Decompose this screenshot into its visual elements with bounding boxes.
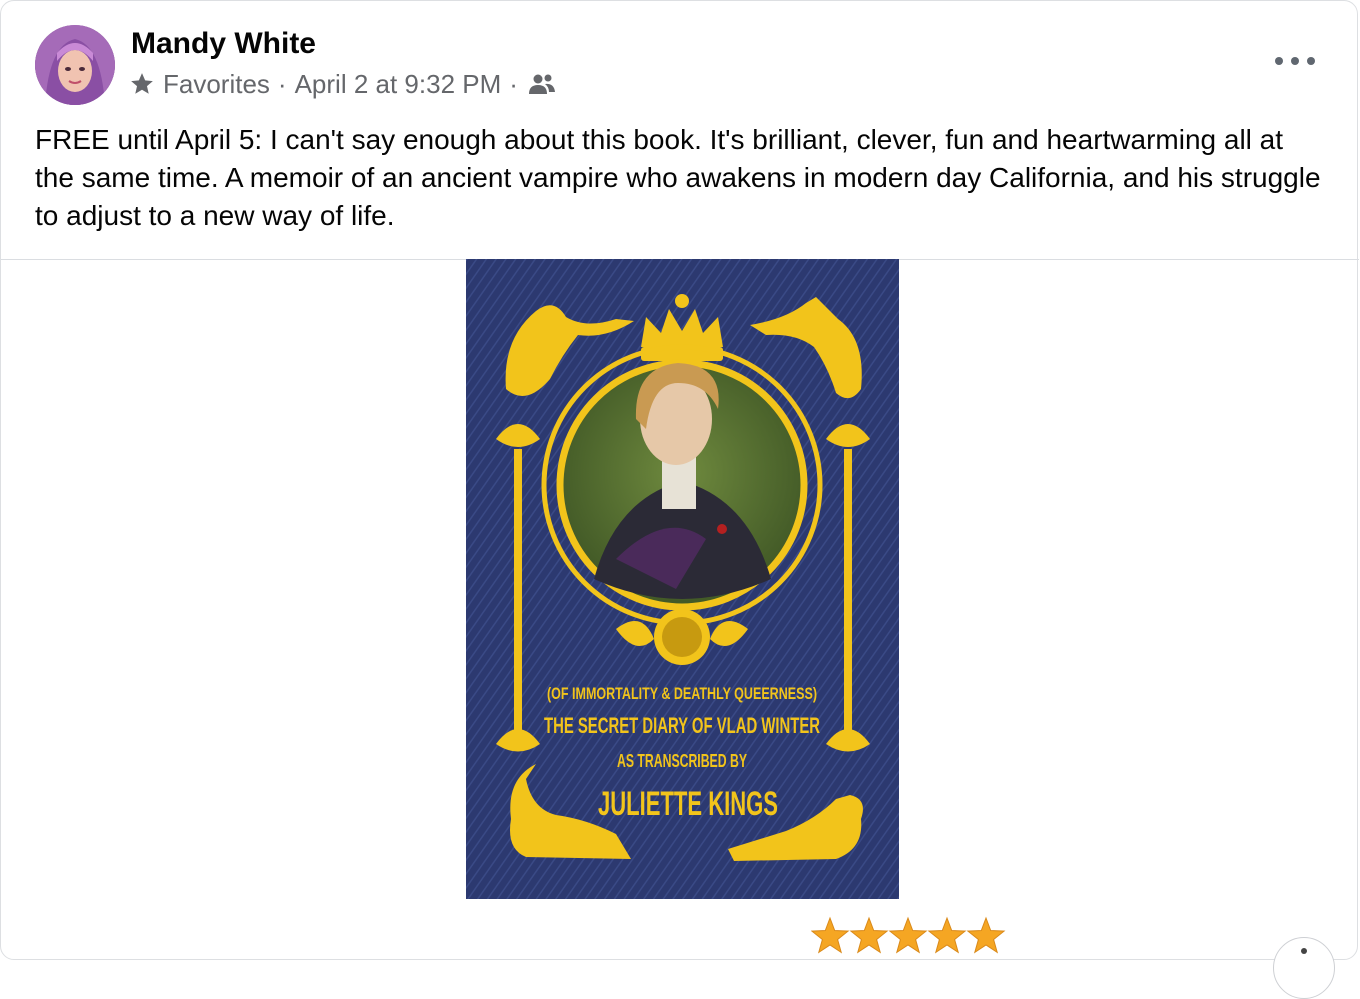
rating-star-icon: [811, 916, 850, 954]
rating-star-icon: [849, 916, 889, 954]
author-name[interactable]: Mandy White: [131, 27, 316, 61]
book-author: JULIETTE KINGS: [598, 785, 778, 823]
rating-star-icon: [927, 916, 967, 954]
more-options-icon: [1275, 57, 1283, 65]
book-subtitle: (OF IMMORTALITY & DEATHLY QUEERNESS): [547, 684, 817, 703]
audience-label[interactable]: Favorites: [163, 69, 270, 100]
post-text: FREE until April 5: I can't say enough a…: [35, 124, 1321, 231]
post-card: Mandy White Favorites · April 2 at 9:32 …: [0, 0, 1359, 999]
more-options-button[interactable]: [1275, 47, 1315, 75]
post-meta: Favorites · April 2 at 9:32 PM ·: [129, 67, 556, 101]
meta-separator: ·: [509, 68, 518, 99]
rating-star-icon: [888, 916, 928, 954]
avatar-photo: [35, 25, 115, 105]
star-icon: [131, 73, 153, 94]
scroll-button[interactable]: [1273, 937, 1335, 999]
book-title: THE SECRET DIARY OF VLAD WINTER: [544, 713, 820, 738]
rating-star-icon: [966, 916, 1006, 954]
book-cover-image[interactable]: (OF IMMORTALITY & DEATHLY QUEERNESS) THE…: [466, 259, 899, 899]
avatar[interactable]: [35, 25, 115, 105]
book-cover: (OF IMMORTALITY & DEATHLY QUEERNESS) THE…: [466, 259, 899, 899]
rating-stars: [811, 916, 1006, 954]
chevron-up-icon: [1301, 948, 1307, 954]
book-transcribed: AS TRANSCRIBED BY: [617, 751, 747, 771]
post-timestamp[interactable]: April 2 at 9:32 PM: [295, 69, 502, 100]
meta-separator: ·: [277, 68, 287, 99]
friends-icon[interactable]: [528, 73, 556, 95]
